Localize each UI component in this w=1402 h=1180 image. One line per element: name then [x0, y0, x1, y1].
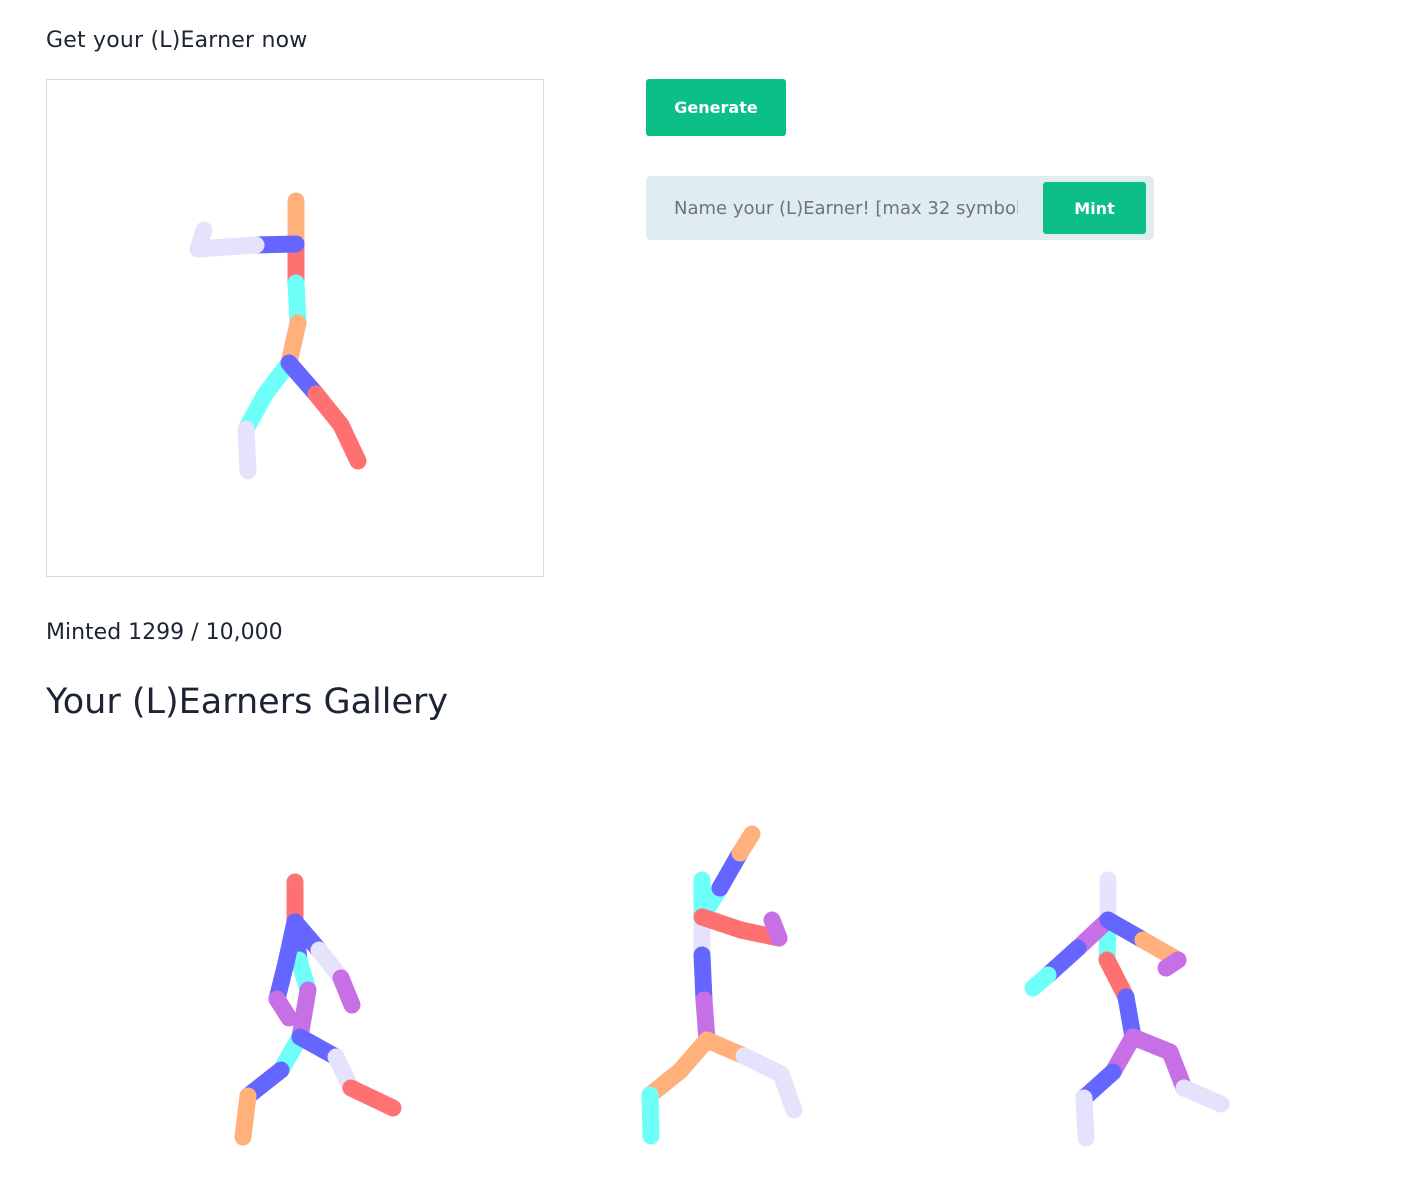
- total-supply: 10,000: [205, 620, 283, 645]
- learner-name-input[interactable]: [656, 184, 1036, 232]
- stick-figure-thumbnail: [234, 873, 402, 1146]
- minted-counter: Minted 1299 / 10,000: [46, 620, 283, 645]
- mint-button[interactable]: Mint: [1043, 182, 1146, 234]
- learner-preview-canvas: [46, 79, 544, 577]
- stick-figure-thumbnail: [1024, 871, 1230, 1147]
- gallery-title: Your (L)Earners Gallery: [46, 682, 449, 722]
- gallery-item[interactable]: [908, 800, 1308, 1170]
- minted-label: Minted: [46, 620, 122, 645]
- stick-figure-preview: [189, 192, 367, 480]
- stick-figure-thumbnail: [641, 825, 803, 1145]
- minted-separator: /: [191, 620, 199, 645]
- generate-button[interactable]: Generate: [646, 79, 786, 136]
- gallery-item[interactable]: [96, 800, 496, 1170]
- page-heading: Get your (L)Earner now: [46, 28, 308, 53]
- minted-count: 1299: [128, 620, 185, 645]
- mint-panel: Mint: [646, 176, 1154, 240]
- gallery-item[interactable]: [504, 800, 904, 1170]
